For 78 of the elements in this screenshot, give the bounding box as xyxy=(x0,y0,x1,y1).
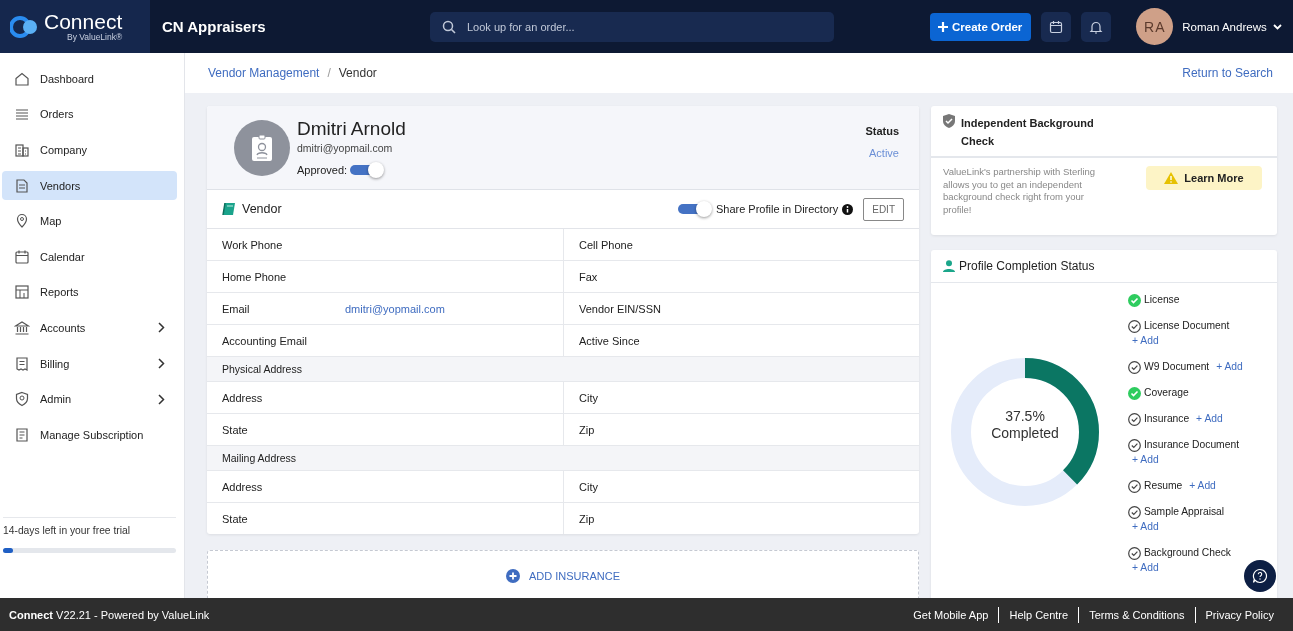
breadcrumb-current: Vendor xyxy=(338,66,377,80)
checklist-label: Background Check xyxy=(1144,547,1231,558)
field-label: Address xyxy=(222,480,264,493)
background-check-description: ValueLink's partnership with Sterling allows you to get an independent background check right from your profile! xyxy=(943,166,1097,217)
section-heading: Physical Address xyxy=(207,357,919,382)
sidebar-item[interactable]: Map xyxy=(2,206,177,236)
add-link[interactable]: + Add xyxy=(1132,562,1159,573)
vendor-name: Dmitri Arnold xyxy=(297,117,406,140)
sidebar-item[interactable]: Manage Subscription xyxy=(2,420,177,450)
field-label: Cell Phone xyxy=(579,238,634,251)
add-insurance-button[interactable]: ADD INSURANCE xyxy=(505,568,621,584)
add-link[interactable]: + Add xyxy=(1132,335,1159,346)
vendor-email: dmitri@yopmail.com xyxy=(297,141,394,154)
sidebar-item[interactable]: Billing xyxy=(2,349,177,379)
checklist-label: Sample Appraisal xyxy=(1144,506,1225,517)
breadcrumb-separator: / xyxy=(327,66,331,80)
checklist-label: Insurance Document xyxy=(1144,439,1239,450)
field-label: State xyxy=(222,423,249,436)
section-title: Vendor xyxy=(242,202,282,216)
field-label: Address xyxy=(222,391,264,404)
field-label: City xyxy=(579,391,599,404)
card-title: Profile Completion Status xyxy=(959,259,1095,273)
organization-name: CN Appraisers xyxy=(162,18,267,35)
checklist-label: License Document xyxy=(1144,320,1230,331)
trial-notice: 14-days left in your free trial xyxy=(3,517,176,536)
field-label: Email xyxy=(222,302,251,315)
completion-percent: 37.5% xyxy=(1005,409,1045,423)
learn-more-button[interactable]: Learn More xyxy=(1146,166,1262,190)
card-title: Independent Background Check xyxy=(961,116,1095,149)
completion-caption: Completed xyxy=(991,426,1059,440)
checklist-label: License xyxy=(1144,294,1180,305)
user-menu[interactable]: Roman Andrews xyxy=(1182,20,1282,33)
field-value-link[interactable]: dmitri@yopmail.com xyxy=(345,302,563,315)
add-link[interactable]: + Add xyxy=(1132,521,1159,532)
section-heading: Mailing Address xyxy=(207,446,919,471)
add-link[interactable]: + Add xyxy=(1196,413,1223,424)
field-label: City xyxy=(579,480,599,493)
field-label: Zip xyxy=(579,423,596,436)
footer-link[interactable]: Terms & Conditions xyxy=(1078,606,1195,623)
field-label: Active Since xyxy=(579,334,641,347)
checklist-label: Resume xyxy=(1144,480,1183,491)
footer-link[interactable]: Help Centre xyxy=(998,606,1079,623)
add-link[interactable]: + Add xyxy=(1216,361,1243,372)
version-text: Connect V22.21 - Powered by ValueLink xyxy=(9,608,211,621)
add-link[interactable]: + Add xyxy=(1132,454,1159,465)
approved-label: Approved: xyxy=(297,163,348,176)
create-order-button[interactable]: Create Order xyxy=(930,12,1032,41)
add-link[interactable]: + Add xyxy=(1189,480,1216,491)
return-link[interactable]: Return to Search xyxy=(1182,66,1273,80)
checklist-label: W9 Document xyxy=(1144,361,1210,372)
field-label: Accounting Email xyxy=(222,334,308,347)
edit-button[interactable]: EDIT xyxy=(863,197,904,221)
field-label: Home Phone xyxy=(222,270,288,283)
status-label: Status xyxy=(865,124,899,137)
field-label: Fax xyxy=(579,270,599,283)
sidebar-item[interactable]: Company xyxy=(2,135,177,165)
checklist-label: Insurance xyxy=(1144,413,1190,424)
sidebar-item[interactable]: Orders xyxy=(2,99,177,129)
sidebar-item[interactable]: Calendar xyxy=(2,242,177,272)
checklist-label: Coverage xyxy=(1144,387,1189,398)
field-label: Work Phone xyxy=(222,238,284,251)
logo-tagline: By ValueLink® xyxy=(66,33,123,42)
sidebar-item[interactable]: Dashboard xyxy=(2,64,177,94)
field-label: Zip xyxy=(579,512,596,525)
breadcrumb-link[interactable]: Vendor Management xyxy=(208,66,320,80)
share-profile-label: Share Profile in Directory xyxy=(715,203,839,215)
footer-link[interactable]: Privacy Policy xyxy=(1194,606,1284,623)
sidebar-item[interactable]: Reports xyxy=(2,277,177,307)
sidebar-item[interactable]: Admin xyxy=(2,384,177,414)
footer-link[interactable]: Get Mobile App xyxy=(903,606,999,623)
status-value: Active xyxy=(869,146,899,159)
sidebar-item[interactable]: Accounts xyxy=(2,313,177,343)
field-label: Vendor EIN/SSN xyxy=(579,302,662,315)
sidebar-item[interactable]: Vendors xyxy=(2,171,177,201)
field-label: State xyxy=(222,512,249,525)
logo-name: Connect xyxy=(44,11,123,33)
search-field[interactable]: Look up for an order... xyxy=(430,11,834,42)
user-avatar[interactable]: RA xyxy=(1136,8,1174,45)
